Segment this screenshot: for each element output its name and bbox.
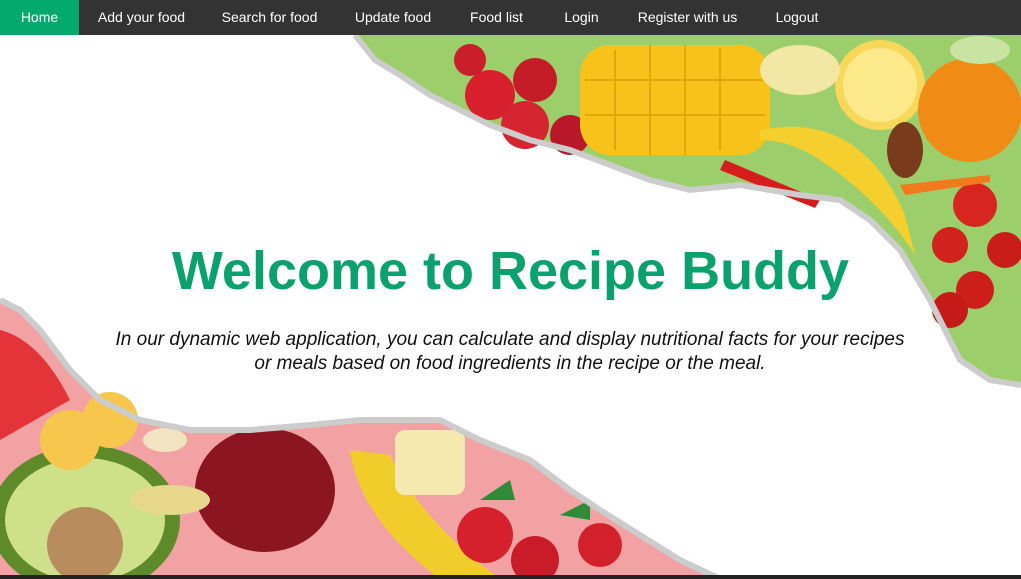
page-description: In our dynamic web application, you can …	[115, 329, 905, 374]
nav-home-link[interactable]: Home	[0, 0, 79, 35]
nav-logout-link[interactable]: Logout	[765, 0, 829, 35]
nav-add-food-link[interactable]: Add your food	[88, 0, 195, 35]
bottom-border	[0, 575, 1021, 579]
nav-food-list-link[interactable]: Food list	[460, 0, 533, 35]
nav-register-link[interactable]: Register with us	[629, 0, 746, 35]
top-navigation-bar: Home Add your food Search for food Updat…	[0, 0, 1021, 35]
hero-background-artwork	[0, 35, 1021, 579]
page-title: Welcome to Recipe Buddy	[171, 241, 850, 301]
nav-update-food-link[interactable]: Update food	[345, 0, 441, 35]
nav-login-link[interactable]: Login	[553, 0, 610, 35]
nav-search-food-link[interactable]: Search for food	[213, 0, 326, 35]
